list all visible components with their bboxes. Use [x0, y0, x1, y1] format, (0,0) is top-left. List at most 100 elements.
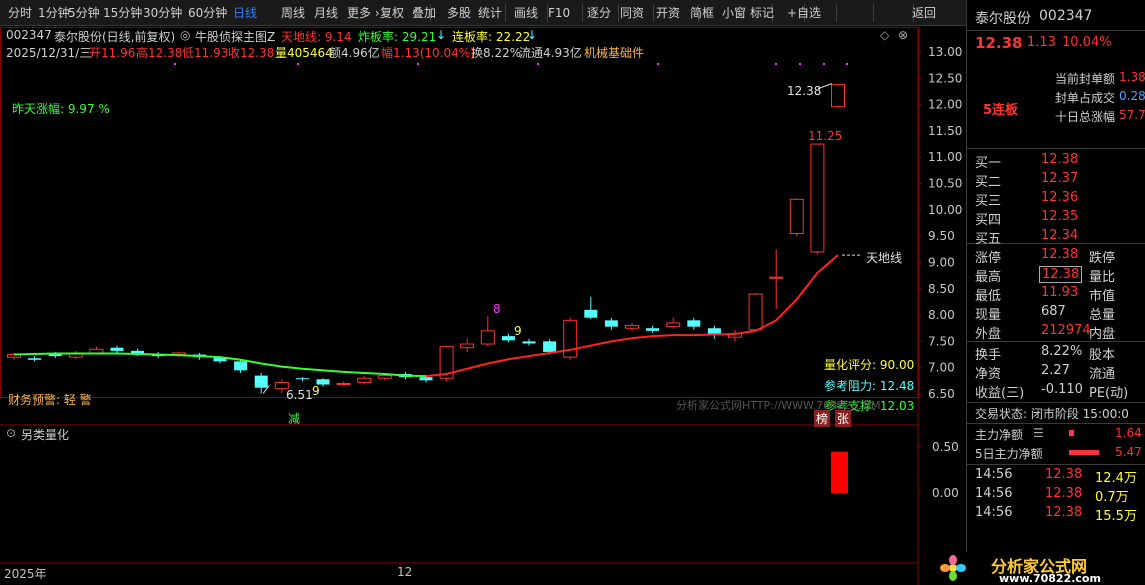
toolbar-item-13[interactable]: 统计 [478, 0, 502, 26]
price-change: 1.13 [1027, 35, 1056, 50]
toolbar-item-23[interactable]: 返回 [912, 0, 936, 26]
candle-body-down [254, 375, 268, 388]
toolbar-item-9[interactable]: 更多 › [347, 0, 380, 26]
watermark: 分析家公式网HTTP://WWW.70822.COM [676, 399, 881, 412]
sub-y-tick-label: 0.00 [932, 486, 959, 500]
toolbar-item-20[interactable]: 小窗 [722, 0, 746, 26]
marker-dot [174, 63, 176, 65]
finance-warning: 财务预警: 轻 警 [8, 393, 92, 407]
y-tick-label: 9.00 [928, 255, 955, 269]
toolbar-item-5[interactable]: 60分钟 [188, 0, 227, 26]
toolbar-item-10[interactable]: 复权 [380, 0, 404, 26]
y-tick-label: 7.50 [928, 334, 955, 348]
toolbar-separator [582, 4, 583, 22]
ten-day-label: 十日总涨幅 [1055, 110, 1116, 124]
ten-day-value: 57.7 [1119, 108, 1145, 122]
bar-amount: 额4.96亿 [329, 46, 380, 60]
stat-key: 最低 [975, 289, 1002, 304]
quote-panel: 泰尔股份 002347 12.38 1.13 10.04% 当前封单额 1.38… [966, 0, 1145, 585]
toolbar-item-0[interactable]: 分时 [8, 0, 32, 26]
toolbar-item-19[interactable]: 简框 [690, 0, 714, 26]
lianban-label: 连板率: 22.22 [452, 30, 531, 44]
indicator-toggle-icon[interactable]: ◎ [180, 28, 190, 42]
candle-body-up [810, 143, 825, 253]
bid-label: 买四 [975, 213, 1002, 228]
toolbar-item-14[interactable]: 画线 [514, 0, 538, 26]
toolbar-item-3[interactable]: 15分钟 [103, 0, 142, 26]
stat-key2: 内盘 [1089, 327, 1116, 342]
stat-value: 12.38 [1041, 247, 1079, 262]
price-change-pct: 10.04% [1062, 35, 1112, 50]
zhuli-value: 1.64 [1115, 426, 1142, 440]
td-count-9a: 9 [514, 324, 522, 338]
chart-svg[interactable]: 13.00 12.50 12.00 11.50 11.00 10.50 10.00 9.50 9… [0, 27, 965, 585]
bar-date: 2025/12/31/三 [6, 46, 92, 60]
stat-key: 最高 [975, 270, 1002, 285]
candle-body-down [295, 378, 309, 380]
divider [967, 402, 1145, 403]
bar-change: 幅1.13(10.04%) [381, 46, 475, 60]
sub-panel-collapse-icon[interactable]: ⊙ [6, 426, 16, 440]
marker-dot [537, 63, 539, 65]
toolbar-item-22[interactable]: +自选 [787, 0, 821, 26]
toolbar-item-21[interactable]: 标记 [750, 0, 774, 26]
fengdan-label: 当前封单额 [1055, 72, 1116, 86]
quant-score: 量化评分: 90.00 [824, 358, 915, 372]
toolbar-item-1[interactable]: 1分钟 [38, 0, 70, 26]
candle-body-down [501, 336, 515, 341]
zhuli-bar [1069, 430, 1074, 436]
stat2-value: -0.110 [1041, 382, 1083, 397]
toolbar-separator [873, 4, 874, 22]
chart-area[interactable]: 13.00 12.50 12.00 11.50 11.00 10.50 10.00 9.50 9… [0, 27, 965, 585]
sub-bar [831, 451, 848, 493]
tick-vol: 15.5万 [1095, 509, 1137, 524]
toolbar-item-11[interactable]: 叠加 [412, 0, 436, 26]
stat2-value: 8.22% [1041, 344, 1083, 359]
stat-key2: 量比 [1089, 270, 1116, 285]
candle-body-up [89, 348, 104, 354]
toolbar-separator [836, 4, 837, 22]
toolbar-separator [505, 4, 506, 22]
main-panel-frame [0, 27, 919, 398]
toolbar-item-6[interactable]: 日线 [233, 0, 257, 26]
toolbar-item-16[interactable]: 逐分 [587, 0, 611, 26]
toolbar-item-18[interactable]: 开资 [656, 0, 680, 26]
candle-body-up [563, 319, 578, 358]
marker-dot [657, 63, 659, 65]
bar-high: 高12.38 [136, 46, 183, 60]
indicator-name[interactable]: 牛股侦探主图Z [195, 28, 275, 45]
marker-dot [775, 63, 777, 65]
stat-key: 现量 [975, 308, 1002, 323]
list-icon[interactable]: ☰ [1033, 426, 1044, 440]
bar-close: 收12.38 [228, 46, 275, 60]
toolbar-item-2[interactable]: 5分钟 [68, 0, 100, 26]
candle-body-down [646, 328, 660, 331]
bid-label: 买五 [975, 232, 1002, 247]
bid-price: 12.38 [1041, 152, 1079, 167]
toolbar-item-8[interactable]: 月线 [314, 0, 338, 26]
bar-volume: 量405464 [275, 46, 333, 60]
jian-marker: 减 [288, 412, 301, 426]
stat-key2: 跌停 [1089, 251, 1116, 266]
y-tick-label: 8.00 [928, 308, 955, 322]
marker-dot [297, 63, 299, 65]
bar-open: 开11.96 [89, 46, 136, 60]
candle-body-up [769, 276, 784, 279]
bid-label: 买一 [975, 156, 1002, 171]
close-icon[interactable]: ⊗ [898, 28, 908, 42]
toolbar-item-17[interactable]: 同资 [620, 0, 644, 26]
y-tick-label: 12.50 [928, 71, 962, 85]
bar-concept: 机械基础件 [584, 46, 645, 60]
toolbar-item-4[interactable]: 30分钟 [143, 0, 182, 26]
y-tick-label: 9.50 [928, 229, 955, 243]
stat-key2: 市值 [1089, 289, 1116, 304]
stat2-key2: 股本 [1089, 348, 1116, 363]
toolbar-item-15[interactable]: F10 [548, 0, 570, 26]
sub-panel-title: 另类量化 [21, 428, 70, 442]
toolbar-item-12[interactable]: 多股 [447, 0, 471, 26]
tick-time: 14:56 [975, 467, 1013, 482]
y-tick-label: 13.00 [928, 45, 962, 59]
toolbar-item-7[interactable]: 周线 [281, 0, 305, 26]
header-code: 002347 [6, 28, 52, 42]
settings-icon[interactable]: ◇ [880, 28, 889, 42]
